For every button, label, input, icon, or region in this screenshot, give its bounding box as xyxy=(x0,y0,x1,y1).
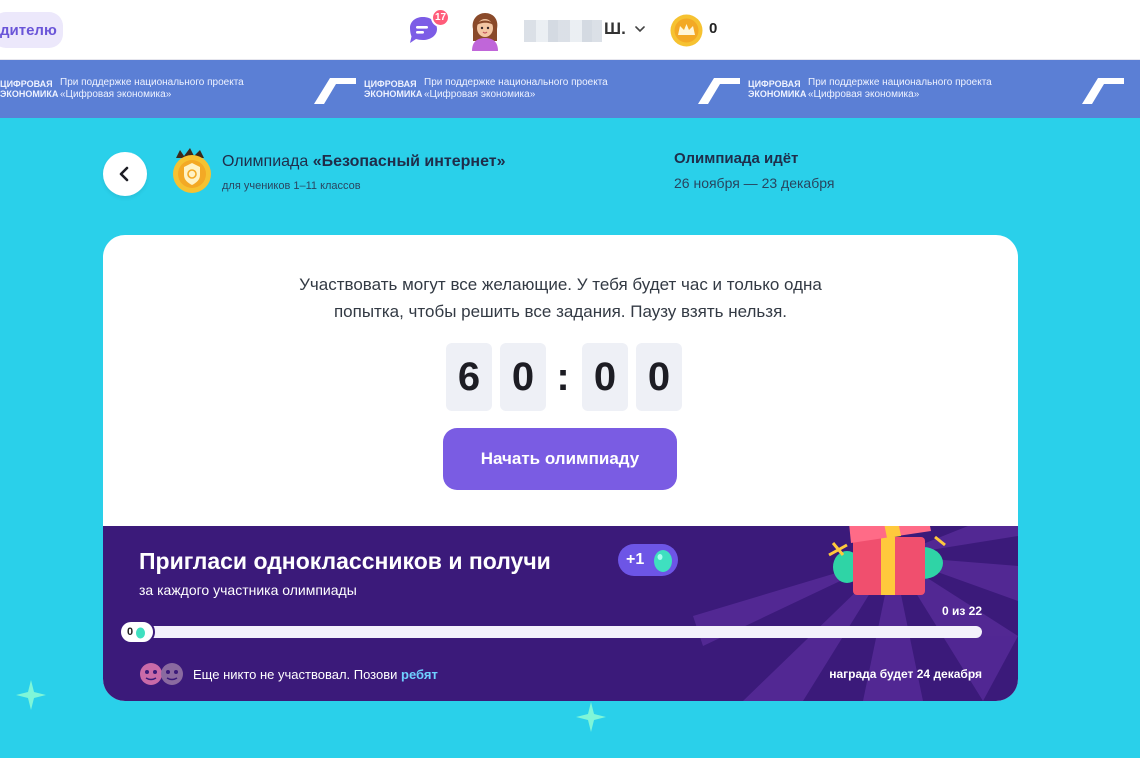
egg-icon xyxy=(654,550,672,572)
olympiad-dates: 26 ноября — 23 декабря xyxy=(674,175,835,191)
program-name: ЦИФРОВАЯ ЭКОНОМИКА xyxy=(748,79,807,99)
sparkle-icon xyxy=(16,680,46,710)
avatar[interactable] xyxy=(468,11,502,51)
national-project-banner: ЦИФРОВАЯ ЭКОНОМИКА При поддержке национа… xyxy=(0,60,1140,118)
chat-notification-badge: 17 xyxy=(431,8,450,27)
start-olympiad-button[interactable]: Начать олимпиаду xyxy=(443,428,677,490)
top-header: дителю 17 Ш. 0 xyxy=(0,0,1140,60)
timer: 6 0 : 0 0 xyxy=(446,342,690,412)
coin-icon xyxy=(670,14,703,47)
main-area: Олимпиада «Безопасный интернет» для учен… xyxy=(0,118,1140,758)
chevron-down-icon[interactable] xyxy=(633,22,647,36)
banner-item: ЦИФРОВАЯ ЭКОНОМИКА При поддержке национа… xyxy=(0,60,300,118)
user-name[interactable]: Ш. xyxy=(604,19,626,39)
for-parents-label: дителю xyxy=(0,21,57,39)
digital-economy-logo-icon xyxy=(314,78,356,104)
timer-digit: 0 xyxy=(582,343,628,411)
invite-friends-link[interactable]: ребят xyxy=(401,667,438,682)
olympiad-audience: для учеников 1–11 классов xyxy=(222,180,361,192)
timer-separator: : xyxy=(556,354,570,399)
digital-economy-logo-icon xyxy=(698,78,740,104)
banner-item xyxy=(1080,60,1132,118)
olympiad-name: «Безопасный интернет» xyxy=(312,153,506,170)
invite-title: Пригласи одноклассников и получи xyxy=(139,548,551,574)
support-text: При поддержке национального проекта «Циф… xyxy=(424,77,608,100)
progress-track xyxy=(121,626,982,638)
gift-box-icon xyxy=(828,526,946,595)
timer-digit: 0 xyxy=(636,343,682,411)
digital-economy-logo-icon xyxy=(1082,78,1124,104)
timer-digit: 0 xyxy=(500,343,546,411)
progress-marker: 0 xyxy=(119,620,155,644)
user-name-redacted xyxy=(524,20,602,42)
support-text: При поддержке национального проекта «Циф… xyxy=(808,77,992,100)
support-text: При поддержке национального проекта «Циф… xyxy=(60,77,244,100)
bonus-badge: +1 xyxy=(618,544,678,576)
banner-item: ЦИФРОВАЯ ЭКОНОМИКА При поддержке национа… xyxy=(312,60,664,118)
back-button[interactable] xyxy=(103,152,147,196)
program-name: ЦИФРОВАЯ ЭКОНОМИКА xyxy=(364,79,423,99)
olympiad-status: Олимпиада идёт xyxy=(674,150,799,167)
egg-icon xyxy=(136,627,146,638)
banner-item: ЦИФРОВАЯ ЭКОНОМИКА При поддержке национа… xyxy=(696,60,1048,118)
rules-description: Участвовать могут все желающие. У тебя б… xyxy=(299,275,822,321)
invite-panel: Пригласи одноклассников и получи +1 за к… xyxy=(103,526,1018,701)
sparkle-icon xyxy=(576,702,606,732)
progress-count: 0 из 22 xyxy=(941,604,982,618)
for-parents-button[interactable]: дителю xyxy=(0,12,63,48)
participants-avatars xyxy=(140,663,183,685)
participants-status: Еще никто не участвовал. Позови ребят xyxy=(193,667,438,682)
olympiad-title: Олимпиада «Безопасный интернет» xyxy=(222,153,506,170)
program-name: ЦИФРОВАЯ ЭКОНОМИКА xyxy=(0,79,59,99)
chevron-left-icon xyxy=(119,166,129,182)
reward-date: награда будет 24 декабря xyxy=(829,667,982,681)
coin-count: 0 xyxy=(709,20,718,37)
timer-digit: 6 xyxy=(446,343,492,411)
olympiad-badge-icon xyxy=(173,148,211,193)
invite-subtitle: за каждого участника олимпиады xyxy=(139,582,357,598)
olympiad-card: Участвовать могут все желающие. У тебя б… xyxy=(103,235,1018,701)
